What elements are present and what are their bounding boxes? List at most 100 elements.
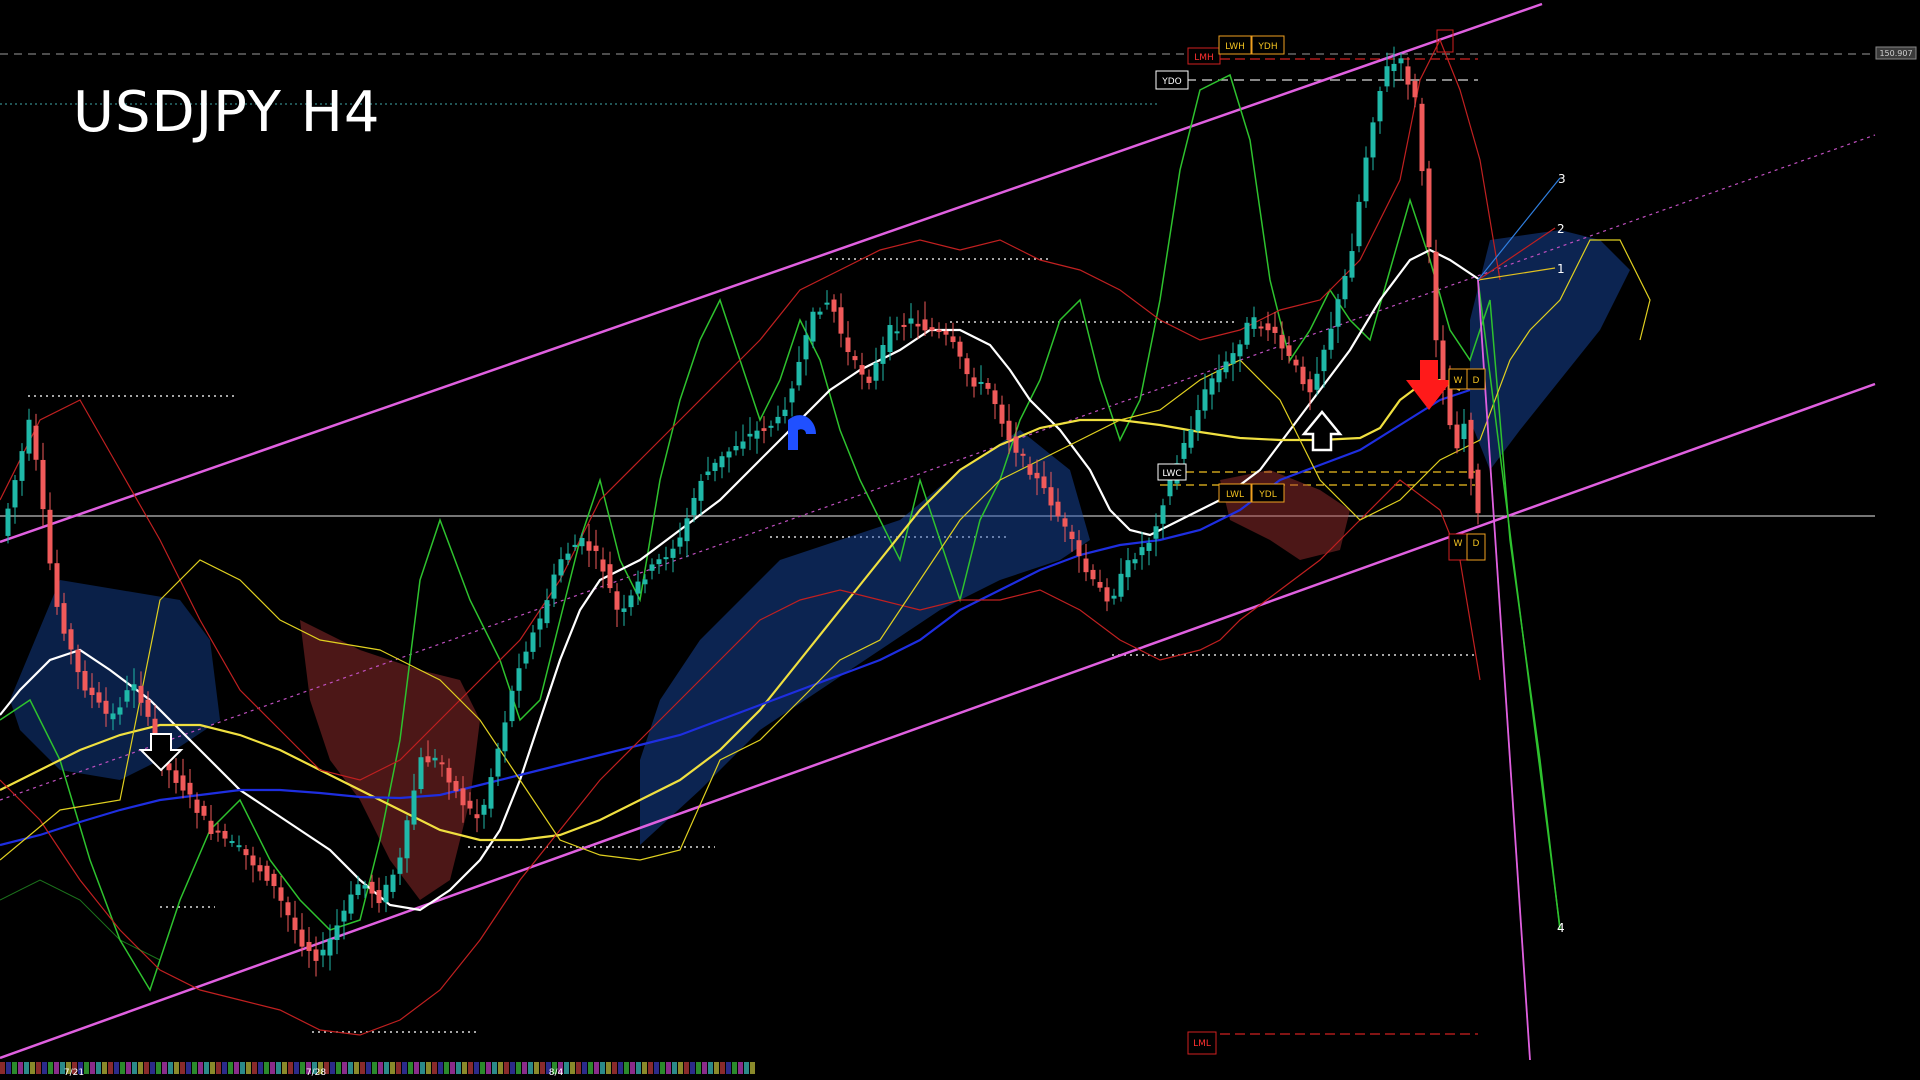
ydo-label-box: YDO bbox=[1155, 70, 1189, 90]
candle-body bbox=[712, 462, 718, 471]
candle-body bbox=[89, 687, 95, 696]
lwc-label-box: LWC bbox=[1157, 463, 1187, 481]
time-axis-block bbox=[510, 1062, 515, 1074]
candle-body bbox=[1062, 518, 1068, 527]
candle-body bbox=[1300, 366, 1306, 385]
candle-body bbox=[383, 884, 389, 903]
candle-body bbox=[460, 788, 466, 806]
candle-body bbox=[313, 949, 319, 961]
time-axis-block bbox=[462, 1062, 467, 1074]
candle-body bbox=[1363, 157, 1369, 202]
time-axis-block bbox=[390, 1062, 395, 1074]
candle-body bbox=[1461, 423, 1467, 440]
time-axis-block bbox=[228, 1062, 233, 1074]
candle-body bbox=[411, 790, 417, 825]
candle-body bbox=[1202, 389, 1208, 411]
price-tag-value: 150.907 bbox=[1879, 49, 1912, 58]
time-axis-block bbox=[144, 1062, 149, 1074]
candle-body bbox=[600, 559, 606, 572]
candle-body bbox=[1237, 344, 1243, 357]
candle-body bbox=[250, 855, 256, 866]
candle-body bbox=[404, 820, 410, 859]
candle-body bbox=[75, 649, 81, 673]
chart-title: USDJPY H4 bbox=[73, 80, 381, 145]
candle-body bbox=[1370, 122, 1376, 158]
x-tick-label-1: 7/21 bbox=[64, 1068, 84, 1078]
candle-body bbox=[1307, 379, 1313, 393]
candle-body bbox=[698, 480, 704, 501]
candle-body bbox=[1132, 559, 1138, 564]
candle-body bbox=[341, 910, 347, 922]
time-axis-block bbox=[684, 1062, 689, 1074]
candle-body bbox=[173, 770, 179, 783]
time-axis-block bbox=[396, 1062, 401, 1074]
candle-body bbox=[922, 319, 928, 331]
candle-body bbox=[1286, 345, 1292, 356]
time-axis-block bbox=[84, 1062, 89, 1074]
time-axis-block bbox=[564, 1062, 569, 1074]
time-axis-block bbox=[150, 1062, 155, 1074]
candle-body bbox=[180, 775, 186, 791]
candle-body bbox=[957, 341, 963, 357]
time-axis-block bbox=[186, 1062, 191, 1074]
candle-body bbox=[614, 591, 620, 610]
candle-body bbox=[215, 830, 221, 833]
candle-body bbox=[418, 757, 424, 790]
candle-body bbox=[124, 690, 130, 702]
time-axis-block bbox=[438, 1062, 443, 1074]
candle-body bbox=[817, 311, 823, 315]
candle-body bbox=[1139, 547, 1145, 556]
time-axis-block bbox=[222, 1062, 227, 1074]
ydh-label-box: YDH bbox=[1251, 35, 1285, 55]
candle-body bbox=[516, 668, 522, 691]
candle-body bbox=[537, 618, 543, 630]
candle-body bbox=[824, 302, 830, 305]
candle-body bbox=[1153, 526, 1159, 539]
ma-white-line bbox=[0, 248, 1481, 912]
candle-body bbox=[1412, 80, 1418, 98]
envelope-green-band bbox=[0, 879, 161, 961]
candle-body bbox=[747, 433, 753, 437]
candle-body bbox=[859, 365, 865, 375]
candle-body bbox=[978, 381, 984, 384]
time-axis-block bbox=[714, 1062, 719, 1074]
candle-body bbox=[229, 841, 235, 844]
time-axis-block bbox=[0, 1062, 5, 1074]
time-axis-block bbox=[708, 1062, 713, 1074]
time-axis-block bbox=[426, 1062, 431, 1074]
candle-body bbox=[334, 925, 340, 941]
candle-body bbox=[691, 497, 697, 516]
candle-body bbox=[999, 404, 1005, 424]
time-axis-block bbox=[570, 1062, 575, 1074]
time-axis-block bbox=[300, 1062, 305, 1074]
time-axis-block bbox=[192, 1062, 197, 1074]
time-axis-block bbox=[588, 1062, 593, 1074]
candle-body bbox=[1216, 370, 1222, 383]
time-axis-block bbox=[138, 1062, 143, 1074]
time-axis-block bbox=[360, 1062, 365, 1074]
time-axis-block bbox=[702, 1062, 707, 1074]
candle-body bbox=[1265, 323, 1271, 331]
candle-body bbox=[1454, 424, 1460, 449]
price-tag: 150.907 bbox=[1875, 46, 1917, 60]
time-axis-block bbox=[378, 1062, 383, 1074]
candle-body bbox=[663, 557, 669, 560]
candle-body bbox=[1048, 487, 1054, 506]
time-axis-block bbox=[48, 1062, 53, 1074]
time-axis-block bbox=[528, 1062, 533, 1074]
time-axis-block bbox=[198, 1062, 203, 1074]
time-axis-block bbox=[678, 1062, 683, 1074]
time-axis-block bbox=[30, 1062, 35, 1074]
candle-body bbox=[908, 318, 914, 324]
time-axis-block bbox=[594, 1062, 599, 1074]
candle-body bbox=[1118, 573, 1124, 597]
time-axis-block bbox=[750, 1062, 755, 1074]
w-marker-upper-label: W bbox=[1454, 376, 1463, 386]
candle-body bbox=[362, 885, 368, 889]
candle-body bbox=[1125, 560, 1131, 578]
w-marker-upper: W bbox=[1448, 368, 1468, 390]
buy-arrow-right-icon bbox=[1301, 410, 1343, 452]
time-axis-block bbox=[162, 1062, 167, 1074]
ydh-label: YDH bbox=[1257, 42, 1277, 52]
candle-body bbox=[656, 559, 662, 565]
